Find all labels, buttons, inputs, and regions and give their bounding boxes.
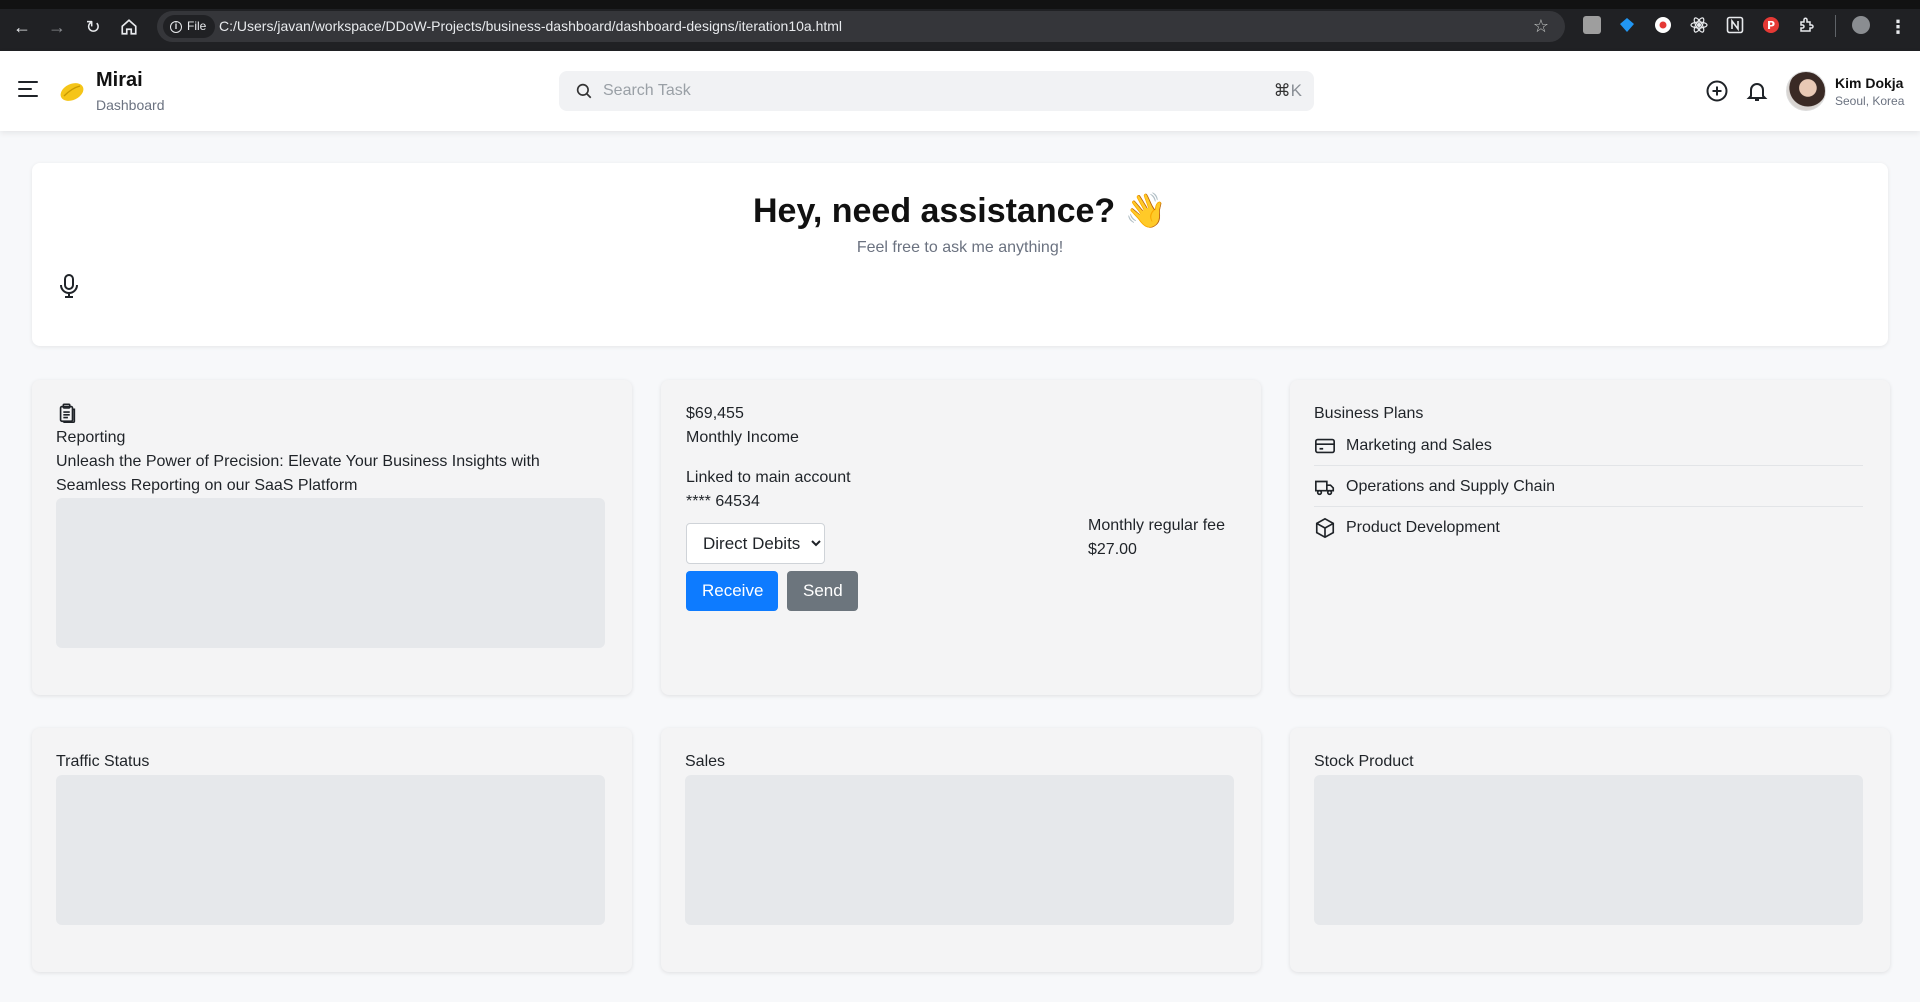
- search-icon: [576, 83, 592, 99]
- plan-item-product[interactable]: Product Development: [1314, 508, 1863, 548]
- reload-icon[interactable]: ↻: [81, 15, 105, 39]
- payment-type-select[interactable]: Direct Debits: [686, 523, 825, 564]
- truck-icon: [1315, 480, 1335, 495]
- shortcut-hint: ⌘K: [1274, 81, 1302, 101]
- credit-card-icon: [1315, 438, 1335, 453]
- url-text[interactable]: C:/Users/javan/workspace/DDoW-Projects/b…: [219, 11, 842, 42]
- extension-icon[interactable]: [1583, 16, 1601, 34]
- user-name[interactable]: Kim Dokja: [1835, 75, 1903, 91]
- app-header: Mirai Dashboard ⌘K Kim Dokja Seoul, Kore…: [0, 51, 1920, 131]
- svg-text:P: P: [1767, 19, 1775, 32]
- box-icon: [1315, 517, 1335, 539]
- browser-toolbar: ← → ↻ i File C:/Users/javan/workspace/DD…: [0, 0, 1920, 51]
- plan-item-label: Marketing and Sales: [1346, 436, 1492, 454]
- avatar[interactable]: [1786, 71, 1826, 111]
- search-box[interactable]: ⌘K: [559, 71, 1314, 111]
- income-card: $69,455 Monthly Income Linked to main ac…: [661, 380, 1261, 695]
- reporting-description: Unleash the Power of Precision: Elevate …: [56, 453, 540, 494]
- account-number: **** 64534: [686, 493, 760, 510]
- user-location: Seoul, Korea: [1835, 94, 1905, 108]
- reporting-chart-placeholder: [56, 498, 605, 648]
- sales-card: Sales: [661, 728, 1261, 972]
- bookmark-star-icon[interactable]: ☆: [1531, 16, 1551, 36]
- home-icon[interactable]: [117, 15, 141, 39]
- plan-item-label: Operations and Supply Chain: [1346, 477, 1556, 495]
- income-label: Monthly Income: [686, 429, 799, 446]
- traffic-status-title: Traffic Status: [56, 753, 150, 770]
- extension-record-icon[interactable]: [1654, 16, 1672, 34]
- plan-item-label: Product Development: [1346, 519, 1500, 536]
- address-bar[interactable]: i File C:/Users/javan/workspace/DDoW-Pro…: [157, 11, 1565, 42]
- monthly-fee-label: Monthly regular fee: [1088, 517, 1225, 534]
- extensions-puzzle-icon[interactable]: [1798, 16, 1816, 34]
- assistant-heading-text: Hey, need assistance?: [752, 192, 1116, 230]
- add-icon[interactable]: [1705, 79, 1729, 103]
- site-info-label: File: [187, 19, 207, 33]
- sales-chart-placeholder: [685, 775, 1234, 925]
- extension-diamond-icon[interactable]: [1618, 16, 1636, 34]
- menu-icon[interactable]: [18, 81, 38, 97]
- monthly-fee-value: $27.00: [1088, 541, 1137, 558]
- extension-react-icon[interactable]: [1690, 16, 1708, 34]
- search-input[interactable]: [603, 71, 1203, 111]
- info-icon: i: [170, 20, 182, 33]
- tab-strip: [0, 0, 1920, 9]
- extension-notion-icon[interactable]: [1726, 16, 1744, 34]
- assistant-card: Hey, need assistance? 👋 Feel free to ask…: [32, 163, 1888, 346]
- traffic-chart-placeholder: [56, 775, 605, 925]
- extension-pinterest-icon[interactable]: P: [1762, 16, 1780, 34]
- forward-icon[interactable]: →: [45, 15, 69, 39]
- clipboard-report-icon: [59, 403, 76, 423]
- brand-title: Mirai: [96, 69, 143, 91]
- business-plans-title: Business Plans: [1314, 405, 1424, 422]
- traffic-status-card: Traffic Status: [32, 728, 632, 972]
- brand-subtitle: Dashboard: [96, 97, 165, 113]
- assistant-subtext: Feel free to ask me anything!: [856, 239, 1064, 256]
- plan-item-marketing[interactable]: Marketing and Sales: [1314, 426, 1863, 466]
- shortcut-key: K: [1290, 81, 1302, 100]
- sales-title: Sales: [685, 753, 726, 770]
- more-menu-icon[interactable]: ⋮: [1886, 15, 1910, 39]
- bell-icon[interactable]: [1745, 79, 1769, 103]
- toolbar-divider: [1835, 15, 1836, 37]
- business-plans-card: Business Plans Marketing and Sales Opera…: [1290, 380, 1890, 695]
- profile-avatar-icon[interactable]: [1852, 16, 1870, 34]
- brand-logo-icon: [58, 77, 86, 105]
- back-icon[interactable]: ←: [10, 15, 34, 39]
- plan-item-operations[interactable]: Operations and Supply Chain: [1314, 467, 1863, 507]
- assistant-heading: Hey, need assistance? 👋: [32, 191, 1888, 231]
- receive-button[interactable]: Receive: [686, 571, 778, 611]
- linked-account-label: Linked to main account: [686, 469, 851, 486]
- microphone-icon[interactable]: [58, 273, 80, 299]
- reporting-title: Reporting: [56, 429, 126, 446]
- income-amount: $69,455: [686, 405, 744, 422]
- send-button[interactable]: Send: [787, 571, 858, 611]
- reporting-card: Reporting Unleash the Power of Precision…: [32, 380, 632, 695]
- stock-chart-placeholder: [1314, 775, 1863, 925]
- site-info-chip[interactable]: i File: [163, 15, 216, 38]
- waving-hand-icon: 👋: [1124, 192, 1167, 230]
- stock-product-card: Stock Product: [1290, 728, 1890, 972]
- command-key-icon: ⌘: [1273, 81, 1291, 101]
- stock-product-title: Stock Product: [1314, 753, 1414, 770]
